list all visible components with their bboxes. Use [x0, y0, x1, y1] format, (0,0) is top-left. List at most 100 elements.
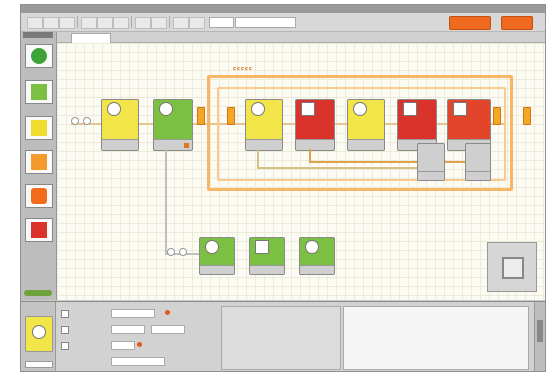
pan-tool-button[interactable]	[189, 17, 205, 29]
tab-program[interactable]	[71, 33, 111, 43]
title-bar	[21, 5, 545, 13]
block-palette	[21, 32, 57, 300]
display-icon	[403, 102, 417, 116]
action-block-icon	[31, 84, 47, 100]
display-block[interactable]	[249, 237, 285, 275]
program-canvas[interactable]: ccccc	[57, 43, 545, 300]
data-wire	[257, 149, 259, 167]
scroll-thumb[interactable]	[537, 320, 543, 342]
help-panel	[343, 306, 529, 370]
sensor-icon	[251, 102, 265, 116]
common-palette-item-action[interactable]	[25, 80, 53, 104]
loop-entry-port	[197, 107, 205, 125]
navigator-viewport[interactable]	[502, 257, 524, 279]
sensor-block[interactable]	[101, 99, 139, 151]
config-side	[21, 302, 56, 371]
workspace: ccccc	[57, 32, 545, 300]
sequence-start-icon	[71, 117, 79, 125]
open-button[interactable]	[43, 17, 59, 29]
block-data-hub	[246, 139, 282, 150]
green-circle-icon	[31, 48, 47, 64]
sensor-block-icon	[31, 120, 47, 136]
config-field[interactable]	[111, 325, 145, 334]
branch-bead-icon	[179, 248, 187, 256]
motor-icon	[159, 102, 173, 116]
loop-exit-port	[493, 107, 501, 125]
branch-beam	[165, 149, 167, 253]
flow-block-icon	[31, 154, 47, 170]
sound-icon	[305, 240, 319, 254]
sequence-end-port	[523, 107, 531, 125]
branch-bead-icon	[167, 248, 175, 256]
sound-block[interactable]	[299, 237, 335, 275]
block-data-hub	[348, 139, 384, 150]
common-palette-item-sensor[interactable]	[25, 116, 53, 140]
toolbar-separator	[131, 16, 132, 28]
motor-icon	[205, 240, 219, 254]
new-button[interactable]	[27, 17, 43, 29]
data-wire	[309, 161, 469, 163]
block-data-hub	[200, 265, 234, 274]
config-checkbox[interactable]	[61, 342, 69, 350]
block-data-hub	[300, 265, 334, 274]
canvas-navigator[interactable]	[487, 242, 537, 292]
config-checkbox[interactable]	[61, 326, 69, 334]
save-button[interactable]	[59, 17, 75, 29]
palette-switch-icon[interactable]	[24, 290, 52, 296]
variable-block[interactable]	[417, 143, 445, 181]
canvas-tabs	[57, 32, 545, 43]
display-icon	[255, 240, 269, 254]
palette-header	[23, 32, 53, 38]
sensor-block[interactable]	[245, 99, 283, 151]
copy-button[interactable]	[97, 17, 113, 29]
loop-label: ccccc	[233, 66, 253, 72]
block-data-hub	[250, 265, 284, 274]
orange-control-button[interactable]	[449, 16, 491, 30]
display-block[interactable]	[295, 99, 335, 151]
warning-icon	[184, 143, 189, 148]
profile-dropdown[interactable]	[209, 17, 234, 28]
config-field[interactable]	[111, 357, 165, 366]
common-palette-item-data[interactable]	[25, 184, 53, 208]
data-wire	[257, 167, 427, 169]
config-checkbox[interactable]	[61, 310, 69, 318]
sensor-icon	[353, 102, 367, 116]
display-icon	[301, 102, 315, 116]
redo-button[interactable]	[151, 17, 167, 29]
config-field[interactable]	[111, 309, 155, 318]
motor-block[interactable]	[199, 237, 235, 275]
pointer-tool-button[interactable]	[173, 17, 189, 29]
config-scrollbar[interactable]	[534, 302, 545, 371]
data-block-icon	[31, 188, 47, 204]
cut-button[interactable]	[81, 17, 97, 29]
application-window: ccccc	[20, 4, 546, 372]
motor-block[interactable]	[153, 99, 193, 151]
sequence-start-icon	[83, 117, 91, 125]
undo-button[interactable]	[135, 17, 151, 29]
sensor-icon	[32, 325, 46, 339]
user-profile-dropdown[interactable]	[235, 17, 296, 28]
config-radio[interactable]	[165, 310, 170, 315]
loop-inner-port	[227, 107, 235, 125]
orange-help-button[interactable]	[501, 16, 533, 30]
advanced-block-icon	[31, 222, 47, 238]
math-icon	[453, 102, 467, 116]
sensor-icon	[107, 102, 121, 116]
config-footer	[25, 361, 53, 368]
toolbar	[21, 13, 545, 32]
paste-button[interactable]	[113, 17, 129, 29]
sensor-block[interactable]	[347, 99, 385, 151]
config-radio[interactable]	[137, 342, 142, 347]
config-field[interactable]	[151, 325, 185, 334]
config-field[interactable]	[111, 341, 135, 350]
configuration-panel	[21, 301, 545, 371]
common-palette-item-advanced[interactable]	[25, 218, 53, 242]
block-data-hub	[418, 171, 444, 180]
block-data-hub	[296, 139, 334, 150]
block-data-hub	[102, 139, 138, 150]
toolbar-separator	[77, 16, 78, 28]
variable-block[interactable]	[465, 143, 491, 181]
common-palette-item-flow[interactable]	[25, 150, 53, 174]
config-subpanel	[221, 306, 341, 370]
common-palette-item-green[interactable]	[25, 44, 53, 68]
